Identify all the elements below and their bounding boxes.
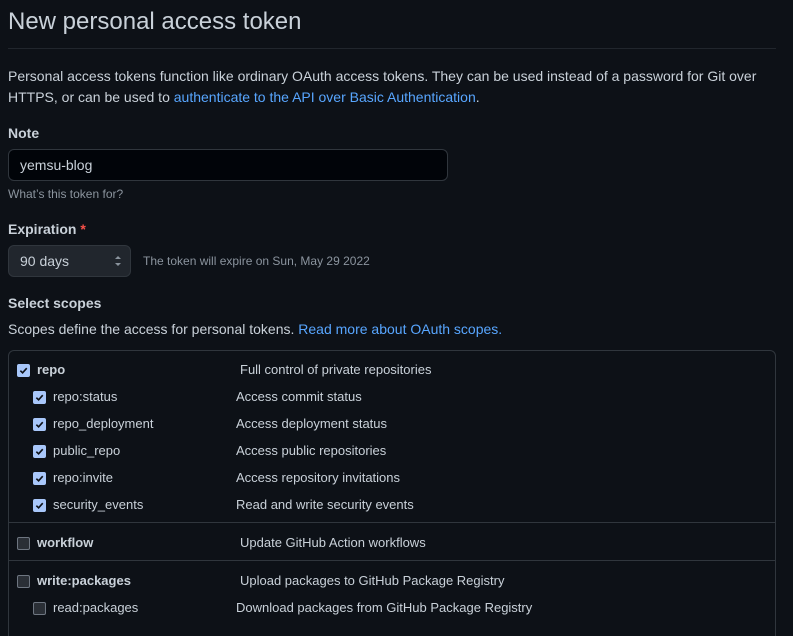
- scope-description: Access commit status: [236, 389, 362, 404]
- scope-description: Download packages from GitHub Package Re…: [236, 600, 533, 615]
- select-arrows-icon: [115, 256, 121, 266]
- scope-group-divider: [8, 522, 776, 523]
- checkbox-repo-invite[interactable]: [33, 472, 46, 485]
- expiration-message: The token will expire on Sun, May 29 202…: [143, 254, 370, 268]
- checkbox-workflow[interactable]: [17, 537, 30, 550]
- checkmark-icon: [35, 448, 44, 456]
- oauth-scopes-link[interactable]: Read more about OAuth scopes.: [298, 321, 502, 337]
- checkbox-public-repo[interactable]: [33, 445, 46, 458]
- checkbox-write-packages[interactable]: [17, 575, 30, 588]
- scope-name: workflow: [37, 535, 94, 550]
- scope-name: repo:status: [53, 389, 118, 404]
- scope-name: repo:invite: [53, 470, 113, 485]
- checkmark-icon: [35, 475, 44, 483]
- page: New personal access token Personal acces…: [0, 0, 793, 636]
- scopes-heading: Select scopes: [8, 295, 102, 311]
- page-title: New personal access token: [8, 8, 302, 35]
- checkmark-icon: [35, 421, 44, 429]
- scope-description: Access deployment status: [236, 416, 388, 431]
- scope-description: Access public repositories: [236, 443, 387, 458]
- expiration-select[interactable]: 90 days: [8, 245, 131, 277]
- basic-auth-link[interactable]: authenticate to the API over Basic Authe…: [174, 89, 476, 105]
- scope-description: Access repository invitations: [236, 470, 401, 485]
- scope-description: Update GitHub Action workflows: [240, 535, 426, 550]
- required-marker: *: [80, 221, 86, 237]
- scope-row-read-packages: read:packages Download packages from Git…: [0, 600, 793, 620]
- scope-row-repo-deployment: repo_deployment Access deployment status: [0, 416, 793, 436]
- scope-description: Upload packages to GitHub Package Regist…: [240, 573, 505, 588]
- scope-name: read:packages: [53, 600, 139, 615]
- scope-row-workflow: workflow Update GitHub Action workflows: [0, 535, 793, 555]
- scopes-description: Scopes define the access for personal to…: [8, 321, 502, 337]
- checkbox-security-events[interactable]: [33, 499, 46, 512]
- checkbox-repo-status[interactable]: [33, 391, 46, 404]
- scope-name: repo_deployment: [53, 416, 154, 431]
- scope-name: public_repo: [53, 443, 121, 458]
- scope-row-repo: repo Full control of private repositorie…: [0, 362, 793, 382]
- checkbox-repo[interactable]: [17, 364, 30, 377]
- title-divider: [8, 48, 776, 49]
- scope-name: security_events: [53, 497, 144, 512]
- note-label: Note: [8, 125, 40, 141]
- note-hint: What’s this token for?: [8, 187, 124, 201]
- scope-description: Read and write security events: [236, 497, 414, 512]
- scope-row-write-packages: write:packages Upload packages to GitHub…: [0, 573, 793, 593]
- expiration-selected-value: 90 days: [20, 253, 70, 269]
- expiration-label: Expiration *: [8, 221, 86, 237]
- scope-name: repo: [37, 362, 66, 377]
- scopes-description-text: Scopes define the access for personal to…: [8, 321, 299, 337]
- intro-text-end: .: [475, 89, 480, 105]
- checkbox-repo-deployment[interactable]: [33, 418, 46, 431]
- intro-paragraph: Personal access tokens function like ord…: [8, 66, 768, 108]
- scope-row-public-repo: public_repo Access public repositories: [0, 443, 793, 463]
- note-input[interactable]: [8, 149, 448, 181]
- checkbox-read-packages[interactable]: [33, 602, 46, 615]
- scope-group-divider: [8, 560, 776, 561]
- expiration-label-text: Expiration: [8, 221, 77, 237]
- scope-row-security-events: security_events Read and write security …: [0, 497, 793, 517]
- scope-row-repo-invite: repo:invite Access repository invitation…: [0, 470, 793, 490]
- checkmark-icon: [19, 367, 28, 375]
- checkmark-icon: [35, 502, 44, 510]
- scope-row-repo-status: repo:status Access commit status: [0, 389, 793, 409]
- scope-name: write:packages: [37, 573, 131, 588]
- checkmark-icon: [35, 394, 44, 402]
- scope-description: Full control of private repositories: [240, 362, 432, 377]
